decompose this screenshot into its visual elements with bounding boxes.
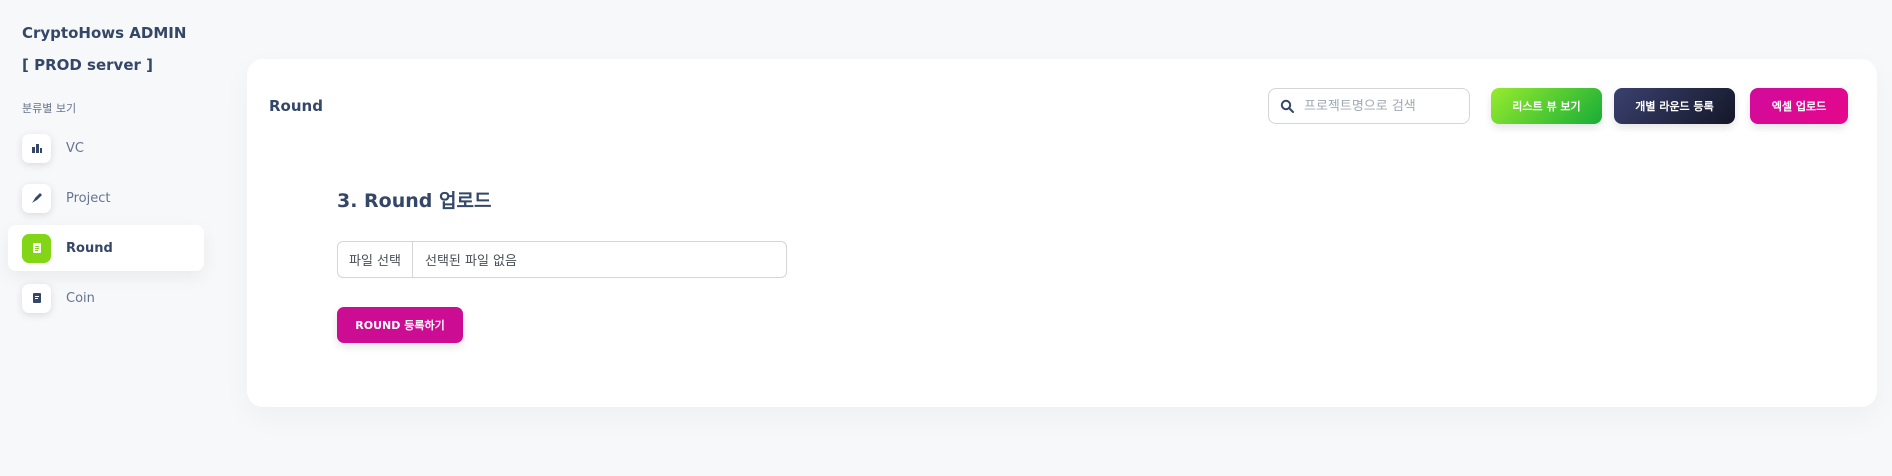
server-label: [ PROD server ]	[22, 56, 153, 74]
search-box[interactable]	[1268, 88, 1470, 124]
sidebar-item-project[interactable]: Project	[8, 175, 204, 221]
file-status-text: 선택된 파일 없음	[424, 254, 517, 269]
sidebar-item-label: VC	[66, 140, 84, 156]
building-icon	[22, 133, 51, 163]
sidebar-item-label: Round	[66, 240, 113, 256]
rocket-icon	[22, 183, 51, 213]
search-input[interactable]	[1304, 98, 1464, 114]
upload-section-title: 3. Round 업로드	[337, 190, 492, 212]
file-select-button[interactable]: 파일 선택	[338, 242, 413, 277]
sidebar-item-coin[interactable]: Coin	[8, 275, 204, 321]
excel-upload-button[interactable]: 엑셀 업로드	[1750, 88, 1848, 124]
sidebar-item-label: Coin	[66, 290, 95, 306]
round-submit-button[interactable]: ROUND 등록하기	[337, 307, 463, 343]
file-input[interactable]: 파일 선택 선택된 파일 없음	[337, 241, 787, 278]
list-view-button[interactable]: 리스트 뷰 보기	[1491, 88, 1602, 124]
search-icon	[1280, 98, 1296, 114]
main-card: Round 리스트 뷰 보기 개별 라운드 등록 엑셀 업로드 3. Round…	[247, 59, 1877, 407]
sidebar: CryptoHows ADMIN [ PROD server ] 분류별 보기 …	[0, 0, 215, 476]
single-round-register-button[interactable]: 개별 라운드 등록	[1614, 88, 1735, 124]
document-icon	[22, 233, 51, 263]
sidebar-item-round[interactable]: Round	[8, 225, 204, 271]
section-label: 분류별 보기	[22, 102, 77, 115]
coin-icon	[22, 283, 51, 313]
sidebar-item-label: Project	[66, 190, 111, 206]
page-title: Round	[269, 97, 323, 115]
brand-title[interactable]: CryptoHows ADMIN	[22, 24, 186, 42]
sidebar-item-vc[interactable]: VC	[8, 125, 204, 171]
